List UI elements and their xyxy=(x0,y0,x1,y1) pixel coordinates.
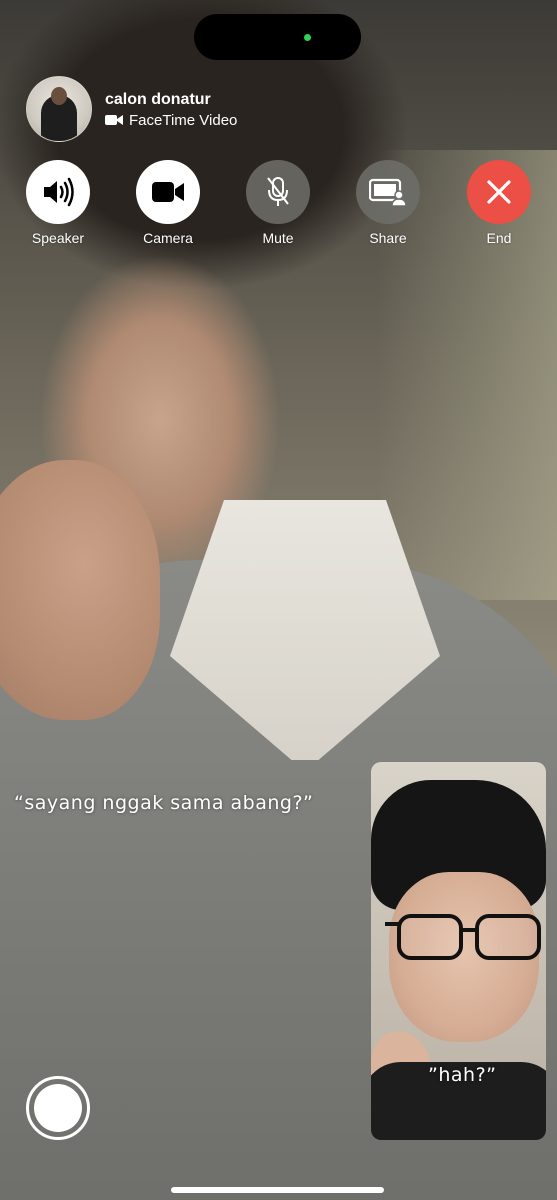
self-caption: ”hah?” xyxy=(428,1064,497,1086)
mic-off-icon xyxy=(267,177,289,206)
camera-in-use-indicator xyxy=(304,34,311,41)
dynamic-island xyxy=(194,14,361,60)
caller-header[interactable]: calon donatur FaceTime Video xyxy=(26,76,237,142)
mute-button[interactable]: Mute xyxy=(238,160,318,246)
share-button[interactable]: Share xyxy=(348,160,428,246)
close-icon xyxy=(487,180,511,204)
speaker-icon xyxy=(44,177,74,207)
video-camera-icon xyxy=(152,182,184,202)
person-hand xyxy=(0,460,160,720)
video-camera-icon xyxy=(105,115,123,125)
end-call-button[interactable]: End xyxy=(459,160,539,246)
shareplay-icon xyxy=(369,178,407,206)
glasses xyxy=(385,914,541,960)
shutter-button[interactable] xyxy=(26,1076,90,1140)
camera-button[interactable]: Camera xyxy=(128,160,208,246)
call-controls: Speaker Camera Mute Share End xyxy=(0,160,557,250)
home-indicator[interactable] xyxy=(171,1187,384,1193)
avatar[interactable] xyxy=(26,76,92,142)
call-type-label: FaceTime Video xyxy=(129,111,238,129)
speaker-button[interactable]: Speaker xyxy=(18,160,98,246)
remote-caption: “sayang nggak sama abang?” xyxy=(14,792,314,814)
capture-icon xyxy=(34,1084,82,1132)
caller-name: calon donatur xyxy=(105,90,211,108)
